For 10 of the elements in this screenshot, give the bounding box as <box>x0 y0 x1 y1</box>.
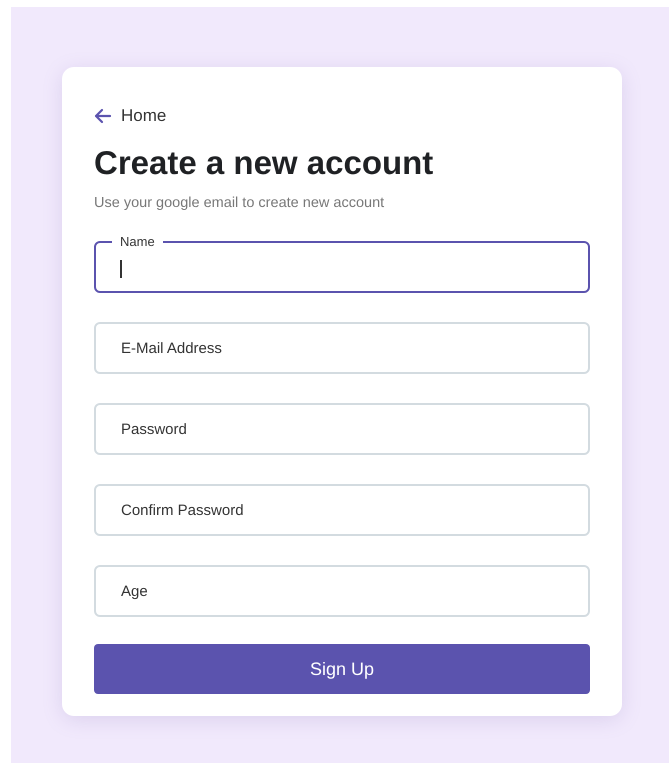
back-arrow-icon <box>94 108 112 124</box>
home-link[interactable]: Home <box>94 103 166 128</box>
input-field[interactable]: Age <box>94 565 590 618</box>
subtitle: Use your google email to create new account <box>94 194 386 212</box>
input-field[interactable]: E-Mail Address <box>94 322 590 374</box>
page-title: Create a new account <box>94 142 434 182</box>
input-field[interactable]: Password <box>94 403 590 456</box>
input-field[interactable]: Confirm Password <box>94 484 590 536</box>
sign-up-button[interactable]: Sign Up <box>94 644 590 694</box>
text-cursor <box>120 260 122 278</box>
